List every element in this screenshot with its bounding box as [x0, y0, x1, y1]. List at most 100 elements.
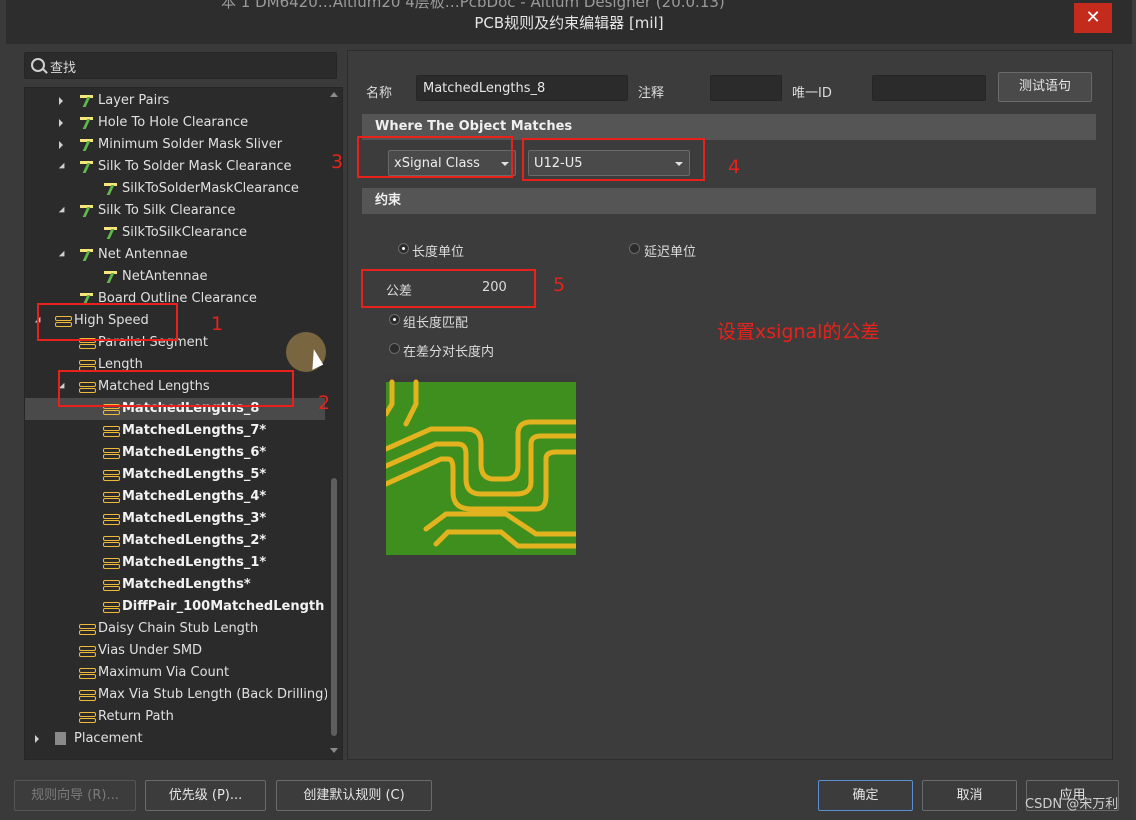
scroll-up-arrow-icon[interactable] — [330, 92, 338, 97]
expand-arrow-icon[interactable] — [59, 97, 63, 105]
group-match-radio[interactable] — [389, 314, 400, 325]
cancel-button[interactable]: 取消 — [922, 780, 1017, 811]
comment-field[interactable] — [710, 75, 782, 101]
diffpair-match-label: 在差分对长度内 — [403, 345, 495, 360]
priorities-button[interactable]: 优先级 (P)... — [145, 780, 266, 811]
tree-item-label: Layer Pairs — [98, 93, 170, 108]
tree-item-label: MatchedLengths_3* — [122, 511, 267, 526]
tree-item[interactable]: Minimum Solder Mask Sliver — [25, 134, 325, 156]
unique-id-field[interactable] — [872, 75, 986, 101]
tree-item-label: SilkToSilkClearance — [122, 225, 248, 240]
comment-label: 注释 — [638, 86, 665, 101]
tree-item[interactable]: Maximum Via Count — [25, 662, 325, 684]
annotation-box-5 — [361, 269, 536, 308]
expand-arrow-icon[interactable] — [59, 119, 63, 127]
tree-item[interactable]: Silk To Silk Clearance — [25, 200, 325, 222]
search-placeholder: 查找 — [50, 61, 77, 76]
tree-item-label: MatchedLengths_2* — [122, 533, 267, 548]
tree-item-label: MatchedLengths* — [122, 577, 251, 592]
tree-item[interactable]: Net Antennae — [25, 244, 325, 266]
tree-item[interactable]: Return Path — [25, 706, 325, 728]
test-query-button[interactable]: 测试语句 — [998, 72, 1092, 102]
scroll-down-arrow-icon[interactable] — [330, 748, 338, 753]
tree-item[interactable]: MatchedLengths_2* — [25, 530, 325, 552]
ok-button[interactable]: 确定 — [818, 780, 913, 811]
tree-item[interactable]: Placement — [25, 728, 325, 750]
tree-item[interactable]: Vias Under SMD — [25, 640, 325, 662]
collapse-arrow-icon[interactable] — [58, 250, 68, 260]
tree-item[interactable]: MatchedLengths_4* — [25, 486, 325, 508]
high-speed-icon — [79, 688, 96, 701]
delay-unit-label: 延迟单位 — [644, 245, 697, 260]
diffpair-match-radio[interactable] — [389, 343, 400, 354]
high-speed-icon — [79, 710, 96, 723]
expand-arrow-icon[interactable] — [59, 141, 63, 149]
tree-item-label: MatchedLengths_1* — [122, 555, 267, 570]
tree-item[interactable]: MatchedLengths_6* — [25, 442, 325, 464]
annotation-box-3 — [357, 136, 513, 178]
annotation-box-2 — [58, 370, 294, 407]
rules-editor-dialog: 本 1 DM6420…Altium20 4层板…PcbDoc - Altium … — [6, 0, 1132, 820]
rule-icon — [79, 116, 94, 129]
rule-icon — [79, 160, 94, 173]
annotation-number-2: 2 — [318, 392, 331, 414]
delay-unit-radio[interactable] — [629, 243, 640, 254]
tree-item[interactable]: Daisy Chain Stub Length — [25, 618, 325, 640]
close-button[interactable]: ✕ — [1074, 3, 1112, 33]
scroll-thumb[interactable] — [331, 478, 337, 736]
rules-tree[interactable]: Placement Return Path Max Via Stub Length … — [24, 87, 343, 760]
name-label: 名称 — [366, 86, 393, 101]
tree-item[interactable]: MatchedLengths_7* — [25, 420, 325, 442]
high-speed-icon — [103, 556, 120, 569]
tree-item-label: Vias Under SMD — [98, 643, 203, 658]
tree-item[interactable]: MatchedLengths_3* — [25, 508, 325, 530]
tree-item[interactable]: MatchedLengths_1* — [25, 552, 325, 574]
placement-icon — [55, 732, 66, 745]
length-unit-label: 长度单位 — [412, 245, 465, 260]
tree-item-label: Net Antennae — [98, 247, 188, 262]
title-bar: 本 1 DM6420…Altium20 4层板…PcbDoc - Altium … — [6, 0, 1132, 44]
tree-item-label: NetAntennae — [122, 269, 208, 284]
high-speed-icon — [103, 534, 120, 547]
tree-item-label: Silk To Silk Clearance — [98, 203, 236, 218]
tree-item-label: MatchedLengths_4* — [122, 489, 267, 504]
tree-item-label: MatchedLengths_5* — [122, 467, 267, 482]
rule-wizard-button[interactable]: 规则向导 (R)... — [14, 780, 136, 811]
tree-item[interactable]: NetAntennae — [25, 266, 325, 288]
tree-item[interactable]: Silk To Solder Mask Clearance — [25, 156, 325, 178]
tree-item[interactable]: SilkToSilkClearance — [25, 222, 325, 244]
group-match-label: 组长度匹配 — [403, 316, 469, 331]
annotation-note: 设置xsignal的公差 — [717, 321, 880, 343]
collapse-arrow-icon[interactable] — [58, 162, 68, 172]
tree-item[interactable]: Max Via Stub Length (Back Drilling) — [25, 684, 328, 706]
tree-item[interactable]: Hole To Hole Clearance — [25, 112, 325, 134]
rule-icon — [103, 270, 118, 283]
annotation-number-1: 1 — [211, 313, 224, 335]
annotation-number-5: 5 — [553, 274, 566, 296]
high-speed-icon — [79, 622, 96, 635]
rule-icon — [103, 226, 118, 239]
length-unit-radio[interactable] — [398, 243, 409, 254]
tree-item-label: SilkToSolderMaskClearance — [122, 181, 299, 196]
tree-scrollbar[interactable] — [327, 88, 341, 759]
high-speed-icon — [103, 424, 120, 437]
high-speed-icon — [103, 446, 120, 459]
high-speed-icon — [103, 490, 120, 503]
create-default-rules-button[interactable]: 创建默认规则 (C) — [276, 780, 432, 811]
annotation-box-4 — [522, 138, 705, 181]
search-input[interactable]: 查找 — [24, 52, 337, 79]
constraints-header: 约束 — [362, 188, 1096, 214]
tree-item[interactable]: SilkToSolderMaskClearance — [25, 178, 325, 200]
tree-item[interactable]: DiffPair_100MatchedLength — [25, 596, 325, 618]
annotation-box-1 — [37, 303, 178, 341]
expand-arrow-icon[interactable] — [35, 735, 39, 743]
tree-item[interactable]: MatchedLengths_5* — [25, 464, 325, 486]
collapse-arrow-icon[interactable] — [58, 206, 68, 216]
tree-item[interactable]: Layer Pairs — [25, 90, 325, 112]
unique-id-label: 唯一ID — [792, 86, 832, 101]
high-speed-icon — [79, 644, 96, 657]
tree-item-label: Placement — [74, 731, 143, 746]
tree-item[interactable]: MatchedLengths* — [25, 574, 325, 596]
tree-item-label: Minimum Solder Mask Sliver — [98, 137, 283, 152]
name-field[interactable]: MatchedLengths_8 — [416, 75, 628, 101]
